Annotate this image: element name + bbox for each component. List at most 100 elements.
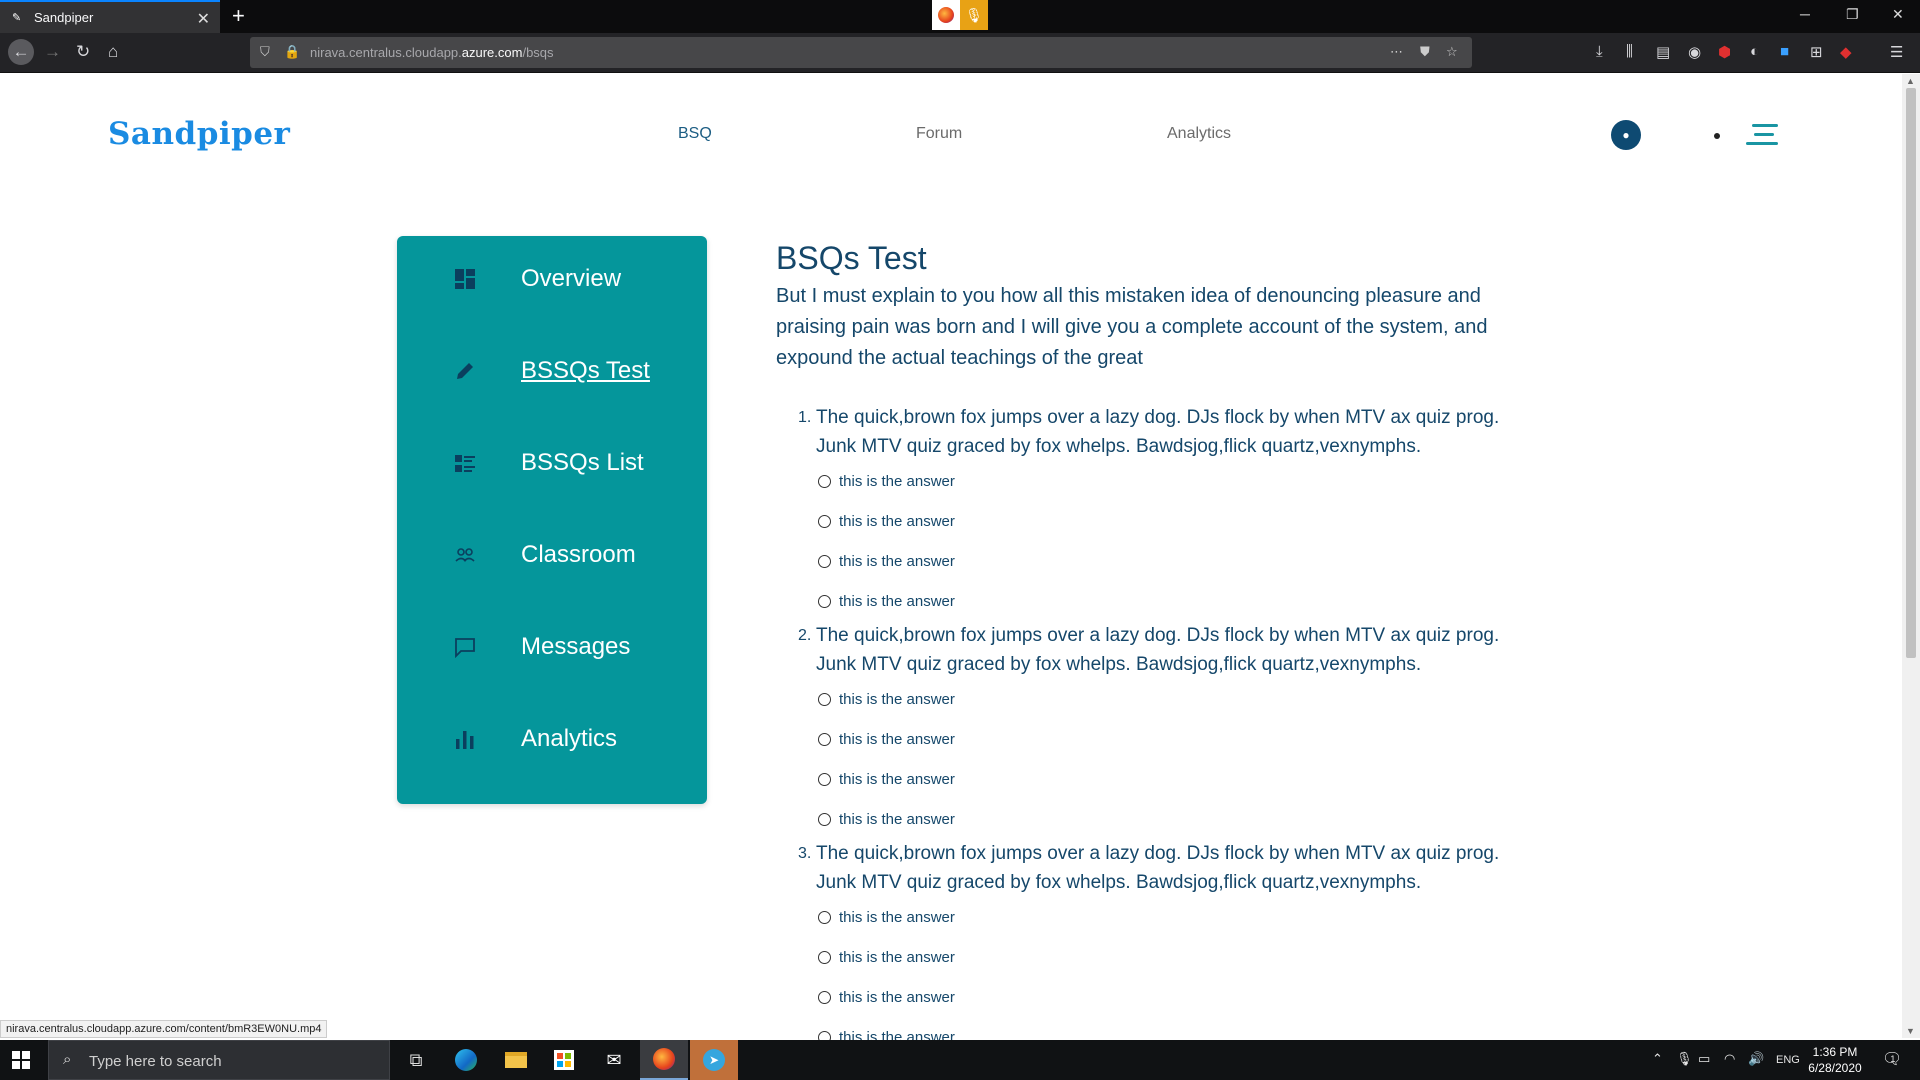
pocket-icon[interactable]: ⛊ — [1420, 44, 1430, 60]
sidebar-item-label: BSSQs List — [521, 449, 644, 476]
url-bar[interactable]: ⛉ 🔒 nirava.centralus.cloudapp.azure.com/… — [250, 37, 1472, 68]
firefox-taskbar-icon[interactable] — [640, 1040, 688, 1080]
task-view-icon[interactable]: ⧉ — [392, 1040, 440, 1080]
sidebar-item-bssqs-test[interactable]: BSSQs Test — [397, 346, 707, 396]
answer-option[interactable]: this is the answer — [776, 897, 1536, 937]
sidebar-item-bssqs-list[interactable]: BSSQs List — [397, 438, 707, 488]
question-text: 3. The quick,brown fox jumps over a lazy … — [776, 839, 1536, 897]
close-window-icon[interactable]: ✕ — [1892, 6, 1904, 23]
show-hidden-icons-icon[interactable]: ⌃ — [1652, 1051, 1663, 1067]
back-icon[interactable]: ← — [8, 39, 34, 65]
page-scrollbar[interactable]: ▲ ▼ — [1902, 74, 1920, 1038]
firefox-icon — [932, 0, 960, 30]
brand-logo[interactable]: Sandpiper — [108, 116, 290, 152]
minimize-icon[interactable]: ─ — [1800, 6, 1810, 22]
nav-forum[interactable]: Forum — [916, 125, 962, 143]
reload-icon[interactable]: ↻ — [76, 42, 90, 62]
option-label: this is the answer — [839, 690, 955, 708]
menu-toggle-icon[interactable] — [1744, 124, 1778, 146]
answer-option[interactable]: this is the answer — [776, 719, 1536, 759]
option-label: this is the answer — [839, 810, 955, 828]
wifi-icon[interactable]: ◠ — [1724, 1051, 1735, 1067]
answer-option[interactable]: this is the answer — [776, 759, 1536, 799]
list-icon — [453, 451, 477, 475]
radio-button[interactable] — [818, 990, 831, 1004]
library-icon[interactable]: ⫼ — [1626, 43, 1633, 60]
notifications-icon[interactable]: 🗨1 — [1882, 1049, 1907, 1069]
answer-option[interactable]: this is the answer — [776, 679, 1536, 719]
nav-analytics[interactable]: Analytics — [1167, 125, 1231, 143]
radio-button[interactable] — [818, 554, 831, 568]
dashboard-icon — [453, 267, 477, 291]
new-tab-icon[interactable]: + — [232, 3, 245, 29]
radio-button[interactable] — [818, 514, 831, 528]
answer-option[interactable]: this is the answer — [776, 581, 1536, 621]
ublock-icon[interactable]: ⬢ — [1718, 43, 1731, 61]
downloads-icon[interactable]: ⤓ — [1596, 43, 1603, 60]
option-label: this is the answer — [839, 770, 955, 788]
windows-start-icon[interactable] — [12, 1051, 30, 1069]
close-tab-icon[interactable]: ✕ — [197, 9, 210, 29]
radio-button[interactable] — [818, 474, 831, 488]
bookmark-star-icon[interactable]: ☆ — [1446, 44, 1458, 60]
sidebar-item-label: Overview — [521, 265, 622, 292]
radio-button[interactable] — [818, 950, 831, 964]
extension-badge-icon[interactable]: ■ — [1780, 43, 1789, 60]
home-icon[interactable]: ⌂ — [108, 42, 118, 62]
grid-extension-icon[interactable]: ⊞ — [1810, 43, 1823, 61]
radio-button[interactable] — [818, 812, 831, 826]
radio-button[interactable] — [818, 692, 831, 706]
option-label: this is the answer — [839, 552, 955, 570]
page-actions-icon[interactable]: ⋯ — [1390, 44, 1403, 60]
forward-icon[interactable]: → — [44, 42, 61, 62]
edge-icon[interactable] — [442, 1040, 490, 1080]
sidebar-toggle-icon[interactable]: ▤ — [1656, 43, 1670, 61]
pdf-extension-icon[interactable]: ◆ — [1840, 43, 1852, 61]
battery-icon[interactable]: ▭ — [1698, 1051, 1710, 1067]
sidebar-item-analytics[interactable]: Analytics — [397, 714, 707, 764]
taskbar-search-input[interactable]: ⌕ Type here to search — [48, 1040, 390, 1080]
insecure-lock-icon[interactable]: 🔒 — [284, 44, 300, 60]
extension-icon[interactable]: ◐ — [1750, 43, 1759, 60]
radio-button[interactable] — [818, 910, 831, 924]
telegram-icon[interactable]: ➤ — [690, 1040, 738, 1080]
taskbar: ⌕ Type here to search ⧉ ✉ ➤ ⌃ 🎙 ▭ ◠ 🔊 EN… — [0, 1040, 1920, 1080]
hamburger-menu-icon[interactable]: ☰ — [1890, 43, 1903, 61]
answer-option[interactable]: this is the answer — [776, 461, 1536, 501]
account-icon[interactable]: ◉ — [1688, 43, 1701, 61]
radio-button[interactable] — [818, 772, 831, 786]
restore-icon[interactable]: ❐ — [1846, 6, 1859, 23]
notification-dot — [1714, 133, 1720, 139]
sidebar-item-overview[interactable]: Overview — [397, 254, 707, 304]
store-icon[interactable] — [540, 1040, 588, 1080]
microphone-icon: 🎙 — [965, 6, 983, 23]
people-icon — [453, 543, 477, 567]
scroll-down-icon[interactable]: ▼ — [1906, 1026, 1915, 1036]
system-clock[interactable]: 1:36 PM 6/28/2020 — [1800, 1044, 1870, 1076]
scrollbar-thumb[interactable] — [1906, 88, 1916, 658]
url-text[interactable]: nirava.centralus.cloudapp.azure.com/bsqs — [310, 45, 554, 60]
avatar[interactable]: ● — [1611, 120, 1641, 150]
browser-tab[interactable]: ✎ Sandpiper ✕ — [0, 0, 220, 33]
language-indicator[interactable]: ENG — [1776, 1054, 1800, 1066]
answer-option[interactable]: this is the answer — [776, 501, 1536, 541]
sidebar-item-classroom[interactable]: Classroom — [397, 530, 707, 580]
shield-icon[interactable]: ⛉ — [260, 44, 270, 60]
sharing-indicator[interactable]: 🎙 — [932, 0, 988, 30]
radio-button[interactable] — [818, 732, 831, 746]
option-label: this is the answer — [839, 988, 955, 1006]
answer-option[interactable]: this is the answer — [776, 799, 1536, 839]
answer-option[interactable]: this is the answer — [776, 541, 1536, 581]
microphone-tray-icon[interactable]: 🎙 — [1676, 1051, 1693, 1067]
radio-button[interactable] — [818, 594, 831, 608]
scroll-up-icon[interactable]: ▲ — [1906, 76, 1915, 86]
file-explorer-icon[interactable] — [492, 1040, 540, 1080]
search-icon: ⌕ — [63, 1051, 72, 1068]
nav-bsq[interactable]: BSQ — [678, 125, 712, 143]
sidebar-item-messages[interactable]: Messages — [397, 622, 707, 672]
mail-icon[interactable]: ✉ — [590, 1040, 638, 1080]
sidebar-item-label: BSSQs Test — [521, 357, 650, 384]
answer-option[interactable]: this is the answer — [776, 977, 1536, 1017]
answer-option[interactable]: this is the answer — [776, 937, 1536, 977]
volume-icon[interactable]: 🔊 — [1748, 1051, 1764, 1067]
